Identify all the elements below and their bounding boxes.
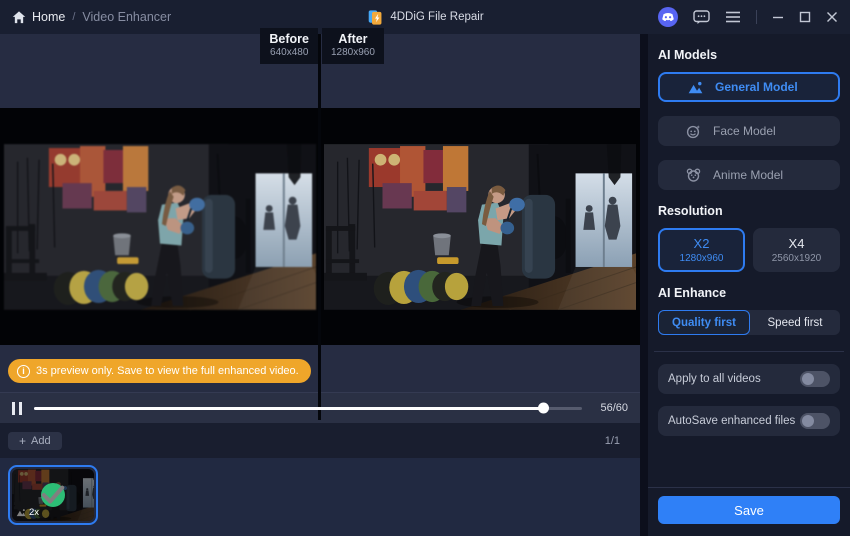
scale-badge: 2x [16,507,39,518]
slider-fill [34,402,549,414]
video-enhancer-window: Home / Video Enhancer 4DDiG File Repair [0,0,850,536]
after-video-pane [320,108,640,345]
breadcrumb-home-label: Home [32,10,66,24]
mountain-icon [16,509,26,517]
before-resolution: 640x480 [270,47,309,58]
resolution-sub: 2560x1920 [771,253,822,264]
settings-panel: AI Models General Model Face Model Anime… [648,34,850,536]
home-link[interactable]: Home [12,10,65,24]
speed-first-option[interactable]: Speed first [750,310,840,335]
preview-notice-banner: i 3s preview only. Save to view the full… [8,359,311,383]
face-icon [686,124,700,138]
breadcrumb-separator: / [72,11,76,23]
close-icon[interactable] [826,11,838,23]
ai-models-heading: AI Models [658,48,718,62]
thumbnail-strip: 2x [0,458,640,536]
titlebar-divider [756,10,757,24]
resolution-option-x4[interactable]: X4 2560x1920 [753,228,840,272]
home-icon [12,10,26,23]
menu-icon[interactable] [725,11,741,23]
preview-notice-text: 3s preview only. Save to view the full e… [36,365,299,377]
mountain-icon [688,81,703,93]
model-option-face[interactable]: Face Model [658,116,840,146]
resolution-options: X2 1280x960 X4 2560x1920 [658,228,840,272]
save-area: Save [648,487,850,536]
model-option-label: General Model [715,80,798,94]
slider-thumb[interactable] [537,402,549,414]
resolution-label: X2 [693,236,710,251]
before-after-divider [318,34,321,420]
enhance-mode-switch: Quality first Speed first [658,310,840,335]
ai-enhance-heading: AI Enhance [658,286,727,300]
time-display: 56/60 [600,402,628,414]
window-controls [658,7,838,27]
minimize-icon[interactable] [772,11,784,23]
model-option-label: Face Model [713,124,776,138]
autosave-toggle[interactable] [800,413,830,429]
apply-all-toggle[interactable] [800,371,830,387]
before-tag: Before 640x480 [260,28,318,64]
app-title: 4DDiG File Repair [366,9,484,26]
breadcrumb-current: Video Enhancer [82,10,172,24]
app-title-label: 4DDiG File Repair [390,11,484,23]
seek-slider[interactable] [34,402,582,414]
scale-badge-label: 2x [29,507,40,518]
panel-separator [640,34,648,536]
after-resolution: 1280x960 [331,47,375,58]
before-video-pane [0,108,320,345]
discord-icon[interactable] [658,7,678,27]
app-logo-icon [368,9,382,25]
resolution-label: X4 [788,236,805,251]
preview-area: Before 640x480 After 1280x960 i 3s previ… [0,28,640,536]
apply-all-label: Apply to all videos [668,373,761,385]
autosave-label: AutoSave enhanced files [668,415,796,427]
after-tag: After 1280x960 [322,28,384,64]
apply-all-row: Apply to all videos [658,364,840,394]
done-check-icon [41,483,65,507]
model-option-anime[interactable]: Anime Model [658,160,840,190]
model-option-general[interactable]: General Model [658,72,840,102]
maximize-icon[interactable] [799,11,811,23]
titlebar: Home / Video Enhancer 4DDiG File Repair [0,0,850,34]
resolution-sub: 1280x960 [679,253,724,264]
model-option-label: Anime Model [713,168,784,182]
quality-first-option[interactable]: Quality first [658,310,750,335]
feedback-icon[interactable] [693,9,710,25]
video-counter: 1/1 [604,434,620,447]
resolution-option-x2[interactable]: X2 1280x960 [658,228,745,272]
playlist-toolbar: + Add 1/1 [0,423,640,458]
plus-icon: + [19,433,27,448]
add-button-label: Add [31,434,51,447]
save-button[interactable]: Save [658,496,840,524]
pause-icon[interactable] [12,401,22,415]
resolution-heading: Resolution [658,204,723,218]
thumbnail-image: 2x [12,469,94,521]
add-video-button[interactable]: + Add [8,431,62,450]
info-icon: i [17,364,30,378]
anime-icon [686,168,701,182]
after-label: After [338,32,368,46]
panel-divider [654,351,844,352]
autosave-row: AutoSave enhanced files [658,406,840,436]
breadcrumb: Home / Video Enhancer [12,10,171,24]
video-thumbnail[interactable]: 2x [8,465,98,525]
before-label: Before [269,32,309,46]
